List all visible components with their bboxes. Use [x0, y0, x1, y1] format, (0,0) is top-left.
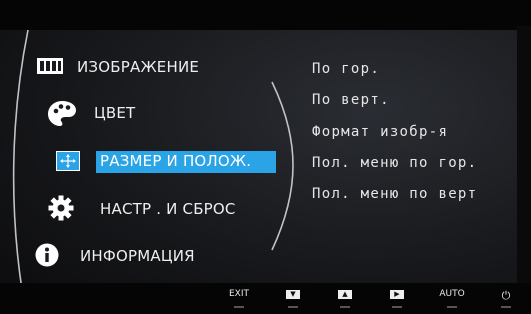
size-position-icon	[56, 151, 80, 175]
enter-button[interactable]: ▶	[387, 289, 407, 308]
info-icon	[35, 243, 59, 271]
button-indicator	[501, 306, 511, 308]
submenu-item-menu-h-position[interactable]: Пол. меню по гор.	[312, 155, 477, 171]
auto-button[interactable]: AUTO	[437, 289, 467, 308]
submenu-item-h-position[interactable]: По гор.	[312, 61, 380, 77]
submenu-item-v-position[interactable]: По верт.	[312, 92, 390, 108]
button-indicator	[288, 306, 298, 308]
down-button[interactable]: ▼	[283, 289, 303, 308]
menu-item-label: ИЗОБРАЖЕНИЕ	[77, 58, 200, 76]
submenu-item-menu-v-position[interactable]: Пол. меню по верт	[312, 186, 477, 202]
right-triangle-icon: ▶	[390, 290, 404, 299]
submenu-item-image-size[interactable]: Формат изобр-я	[312, 124, 448, 140]
menu-item-label: РАЗМЕР И ПОЛОЖ.	[100, 152, 252, 170]
menu-item-label: ЦВЕТ	[94, 104, 136, 122]
button-indicator	[392, 306, 402, 308]
power-icon: ⏻	[501, 289, 511, 302]
button-indicator	[340, 306, 350, 308]
menu-item-label: НАСТР . И СБРОС	[100, 200, 236, 218]
exit-button[interactable]: EXIT	[227, 289, 251, 308]
down-triangle-icon: ▼	[286, 290, 300, 299]
gear-icon	[48, 195, 74, 225]
up-button[interactable]: ▲	[335, 289, 355, 308]
exit-label: EXIT	[228, 289, 249, 299]
left-arc	[12, 29, 29, 291]
button-indicator	[447, 306, 457, 308]
monitor-osd: ИЗОБРАЖЕНИЕ ЦВЕТ РАЗМЕР И ПОЛОЖ. НАСТР .…	[0, 0, 531, 314]
palette-icon	[47, 99, 77, 133]
power-button[interactable]: ⏻	[496, 289, 516, 308]
menu-item-label: ИНФОРМАЦИЯ	[80, 247, 195, 265]
button-indicator	[234, 306, 244, 308]
up-triangle-icon: ▲	[338, 290, 352, 299]
picture-icon	[36, 57, 64, 79]
auto-label: AUTO	[439, 289, 465, 299]
